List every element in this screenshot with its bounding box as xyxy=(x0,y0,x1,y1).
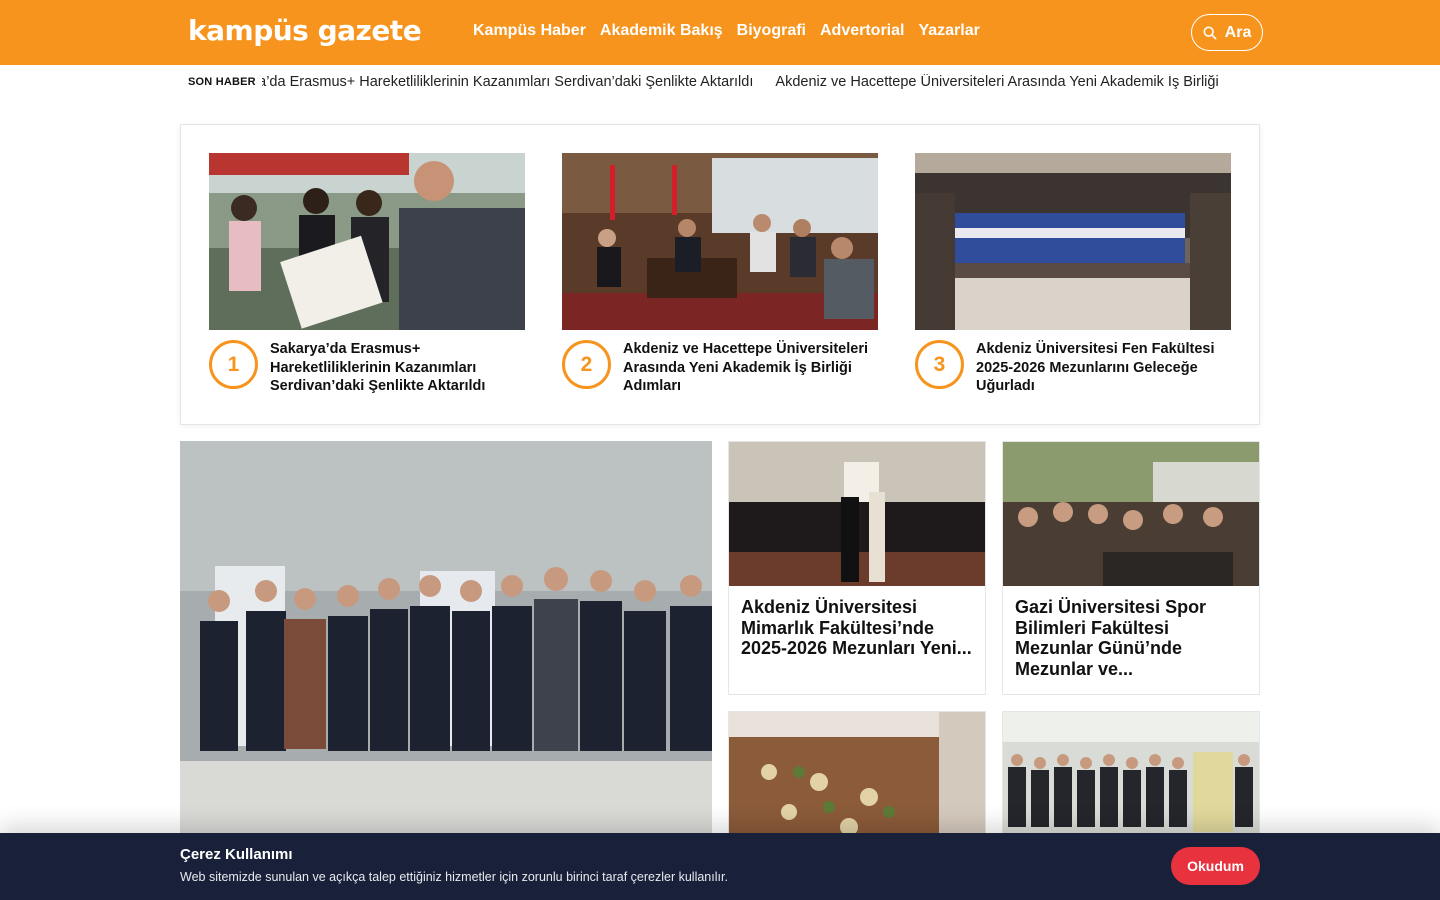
story-image[interactable] xyxy=(209,153,525,330)
cookie-accept-button[interactable]: Okudum xyxy=(1171,847,1260,885)
ticker-item[interactable]: Akdeniz ve Hacettepe Üniversiteleri Aras… xyxy=(775,74,1218,90)
story-rank: 3 xyxy=(915,340,964,389)
nav-yazarlar[interactable]: Yazarlar xyxy=(918,22,979,40)
story-title[interactable]: Akdeniz ve Hacettepe Üniversiteleri Aras… xyxy=(623,340,873,396)
main-nav: Kampüs Haber Akademik Bakış Biyografi Ad… xyxy=(473,22,980,40)
search-button[interactable]: Ara xyxy=(1191,14,1263,51)
nav-kampus-haber[interactable]: Kampüs Haber xyxy=(473,22,586,40)
news-card-title[interactable]: Gazi Üniversitesi Spor Bilimleri Fakülte… xyxy=(1003,586,1259,679)
search-label: Ara xyxy=(1224,23,1252,41)
cookie-title: Çerez Kullanımı xyxy=(180,846,293,863)
cookie-banner: Çerez Kullanımı Web sitemizde sunulan ve… xyxy=(0,833,1440,900)
top-story-1[interactable]: 1 Sakarya’da Erasmus+ Hareketliliklerini… xyxy=(209,153,525,394)
top-story-2[interactable]: 2 Akdeniz ve Hacettepe Üniversiteleri Ar… xyxy=(562,153,878,394)
news-card-image[interactable] xyxy=(729,712,985,841)
story-image[interactable] xyxy=(915,153,1231,330)
news-card[interactable]: Akdeniz Üniversitesi Mimarlık Fakültesi’… xyxy=(728,441,986,695)
ticker-label: SON HABER xyxy=(188,76,262,88)
story-title[interactable]: Sakarya’da Erasmus+ Hareketliliklerinin … xyxy=(270,340,520,396)
news-card-image[interactable] xyxy=(1003,442,1259,586)
ticker-track: Sakarya’da Erasmus+ Hareketliliklerinin … xyxy=(258,74,1258,90)
news-card[interactable]: Gazi Üniversitesi Spor Bilimleri Fakülte… xyxy=(1002,441,1260,695)
story-rank: 2 xyxy=(562,340,611,389)
top-story-3[interactable]: 3 Akdeniz Üniversitesi Fen Fakültesi 202… xyxy=(915,153,1231,394)
nav-advertorial[interactable]: Advertorial xyxy=(820,22,904,40)
cookie-text: Web sitemizde sunulan ve açıkça talep et… xyxy=(180,870,728,884)
news-card-image[interactable] xyxy=(1003,712,1259,841)
nav-akademik-bakis[interactable]: Akademik Bakış xyxy=(600,22,723,40)
news-card-image[interactable] xyxy=(729,442,985,586)
top-stories-box: 1 Sakarya’da Erasmus+ Hareketliliklerini… xyxy=(180,124,1260,425)
news-card[interactable] xyxy=(728,711,986,841)
news-card[interactable] xyxy=(1002,711,1260,841)
breaking-news-ticker: SON HABER Sakarya’da Erasmus+ Hareketlil… xyxy=(180,65,1260,101)
story-image[interactable] xyxy=(562,153,878,330)
site-logo[interactable]: kampüs gazete xyxy=(188,14,422,47)
story-title[interactable]: Akdeniz Üniversitesi Fen Fakültesi 2025-… xyxy=(976,340,1226,396)
ticker-item[interactable]: Sakarya’da Erasmus+ Hareketliliklerinin … xyxy=(258,74,753,90)
story-rank: 1 xyxy=(209,340,258,389)
site-header: kampüs gazete Kampüs Haber Akademik Bakı… xyxy=(0,0,1440,65)
featured-story-image[interactable] xyxy=(180,441,712,841)
search-icon xyxy=(1203,26,1217,39)
nav-biyografi[interactable]: Biyografi xyxy=(737,22,806,40)
news-card-title[interactable]: Akdeniz Üniversitesi Mimarlık Fakültesi’… xyxy=(729,586,985,659)
featured-story[interactable] xyxy=(180,441,712,841)
